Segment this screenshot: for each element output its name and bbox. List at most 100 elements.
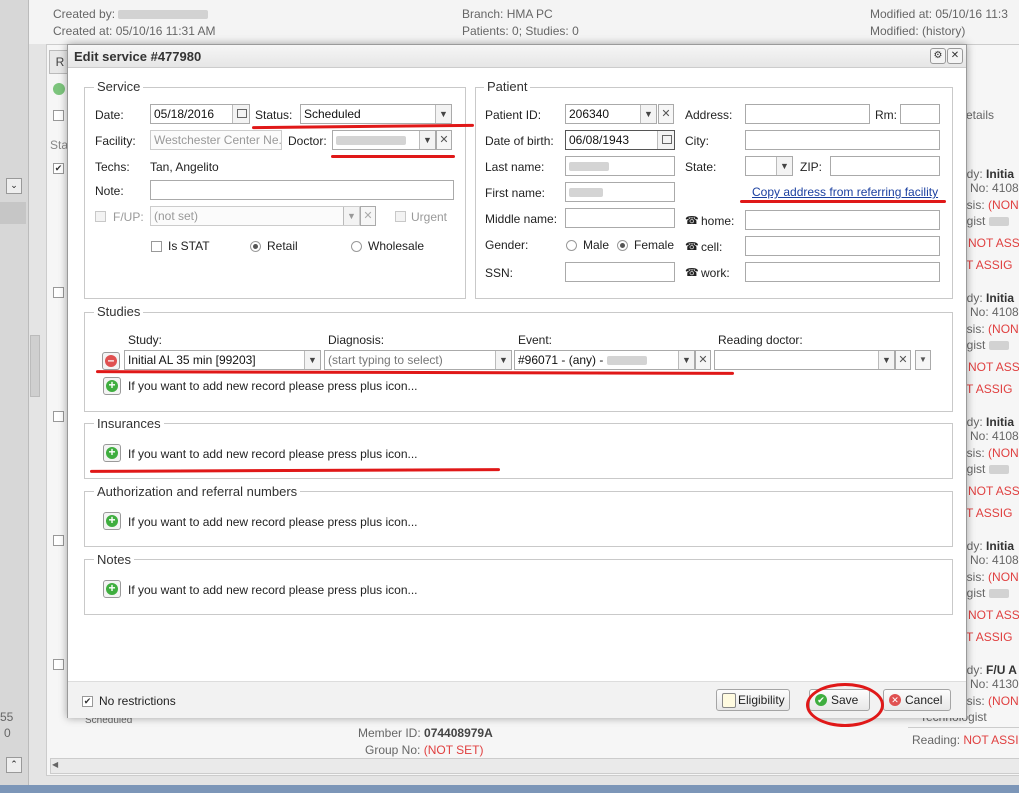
no-restrictions-checkbox[interactable] xyxy=(82,694,93,708)
status-select[interactable]: Scheduled ▼ xyxy=(300,104,452,124)
reading-doctor-select[interactable]: ▼ xyxy=(714,350,895,370)
left-sidebar xyxy=(0,0,29,793)
add-insurance-button[interactable] xyxy=(103,444,121,462)
phone-icon: ☎ xyxy=(685,241,699,253)
clear-reading-doctor-button[interactable]: ✕ xyxy=(895,350,911,370)
middle-name-input[interactable] xyxy=(565,208,675,228)
chevron-down-icon[interactable]: ▼ xyxy=(776,157,792,175)
cell-label: cell: xyxy=(701,240,723,254)
eligibility-icon xyxy=(722,693,736,708)
patient-id-select[interactable]: 206340 ▼ xyxy=(565,104,657,124)
branch-text: Branch: HMA PC xyxy=(462,7,553,21)
left-number: 0 xyxy=(4,726,11,740)
note-input[interactable] xyxy=(150,180,454,200)
add-note-button[interactable] xyxy=(103,580,121,598)
divider xyxy=(908,727,1019,728)
study-select[interactable]: Initial AL 35 min [99203] ▼ xyxy=(124,350,321,370)
calendar-icon[interactable] xyxy=(232,105,249,123)
row-menu-button[interactable]: ▼ xyxy=(915,350,931,370)
gender-label: Gender: xyxy=(485,238,529,252)
diagnosis-select[interactable]: (start typing to select) ▼ xyxy=(324,350,512,370)
is-stat-checkbox[interactable] xyxy=(151,239,162,253)
home-phone-input[interactable] xyxy=(745,210,940,230)
zip-input[interactable] xyxy=(830,156,940,176)
add-authorization-hint: If you want to add new record please pre… xyxy=(128,515,418,529)
chevron-down-icon[interactable]: ▼ xyxy=(678,351,694,369)
last-name-label: Last name: xyxy=(485,160,545,174)
fup-checkbox[interactable] xyxy=(95,209,106,223)
address-input[interactable] xyxy=(745,104,870,124)
row-checkbox[interactable] xyxy=(53,533,64,547)
techs-label: Techs: xyxy=(95,160,130,174)
created-at-text: Created at: 05/10/16 11:31 AM xyxy=(53,24,216,38)
cell-phone-input[interactable] xyxy=(745,236,940,256)
service-legend: Service xyxy=(94,79,144,94)
chevron-down-icon[interactable]: ▼ xyxy=(878,351,894,369)
cancel-button[interactable]: ✕ Cancel xyxy=(883,689,951,711)
details-tab[interactable]: etails xyxy=(966,108,994,122)
retail-radio[interactable] xyxy=(250,239,261,253)
row-checkbox[interactable] xyxy=(53,285,64,299)
doctor-select[interactable]: ▼ xyxy=(332,130,436,150)
row-checkbox[interactable] xyxy=(53,108,64,122)
doctor-label: Doctor: xyxy=(288,134,327,148)
chevron-down-icon[interactable]: ▼ xyxy=(343,207,359,225)
clear-fup-button[interactable]: ✕ xyxy=(360,206,376,226)
first-name-input[interactable] xyxy=(565,182,675,202)
dialog-title: Edit service #477980 xyxy=(74,49,202,64)
dob-label: Date of birth: xyxy=(485,134,554,148)
dialog-titlebar[interactable]: Edit service #477980 ⚙ ✕ xyxy=(68,45,966,68)
row-checkbox[interactable] xyxy=(53,161,64,175)
add-study-hint: If you want to add new record please pre… xyxy=(128,379,418,393)
clear-doctor-button[interactable]: ✕ xyxy=(436,130,452,150)
chevron-down-icon[interactable]: ▼ xyxy=(435,105,451,123)
dob-input[interactable]: 06/08/1943 xyxy=(565,130,675,150)
chevron-down-icon[interactable]: ▼ xyxy=(495,351,511,369)
state-select[interactable]: ▼ xyxy=(745,156,793,176)
female-radio[interactable] xyxy=(617,238,628,252)
rm-input[interactable] xyxy=(900,104,940,124)
modified-at-text: Modified at: 05/10/16 11:3 xyxy=(870,7,1008,21)
add-study-button[interactable] xyxy=(103,377,121,395)
collapse-down-icon[interactable]: ⌄ xyxy=(6,178,22,194)
chevron-down-icon[interactable]: ▼ xyxy=(304,351,320,369)
facility-input[interactable]: Westchester Center Ne... xyxy=(150,130,282,150)
fup-select[interactable]: (not set) ▼ xyxy=(150,206,360,226)
diagnosis-column-header: Diagnosis: xyxy=(328,333,385,347)
add-icon[interactable] xyxy=(53,83,65,95)
annotation-circle xyxy=(806,683,884,727)
event-select[interactable]: #96071 - (any) - ▼ xyxy=(514,350,695,370)
calendar-icon[interactable] xyxy=(657,131,674,149)
work-phone-input[interactable] xyxy=(745,262,940,282)
clear-event-button[interactable]: ✕ xyxy=(695,350,711,370)
is-stat-label: Is STAT xyxy=(168,239,210,253)
urgent-checkbox[interactable] xyxy=(395,209,406,223)
copy-address-link[interactable]: Copy address from referring facility xyxy=(752,185,938,199)
eligibility-button[interactable]: Eligibility xyxy=(716,689,790,711)
splitter-handle[interactable] xyxy=(30,335,40,397)
wholesale-label: Wholesale xyxy=(368,239,425,253)
no-restrictions-label: No restrictions xyxy=(99,694,176,708)
scroll-left-icon[interactable]: ◀ xyxy=(52,760,62,770)
chevron-down-icon[interactable]: ▼ xyxy=(419,131,435,149)
close-icon[interactable]: ✕ xyxy=(947,48,963,64)
date-input[interactable]: 05/18/2016 xyxy=(150,104,250,124)
ssn-input[interactable] xyxy=(565,262,675,282)
city-input[interactable] xyxy=(745,130,940,150)
collapse-up-icon[interactable]: ⌃ xyxy=(6,757,22,773)
clear-patient-button[interactable]: ✕ xyxy=(658,104,674,124)
wholesale-radio[interactable] xyxy=(351,239,362,253)
add-authorization-button[interactable] xyxy=(103,512,121,530)
row-checkbox[interactable] xyxy=(53,409,64,423)
remove-study-button[interactable] xyxy=(102,352,120,370)
left-number: 55 xyxy=(0,710,14,724)
studies-legend: Studies xyxy=(94,304,144,319)
chevron-down-icon[interactable]: ▼ xyxy=(640,105,656,123)
note-label: Note: xyxy=(95,184,124,198)
horizontal-scrollbar[interactable] xyxy=(50,758,1019,774)
settings-icon[interactable]: ⚙ xyxy=(930,48,946,64)
male-radio[interactable] xyxy=(566,238,577,252)
row-checkbox[interactable] xyxy=(53,657,64,671)
add-insurance-hint: If you want to add new record please pre… xyxy=(128,447,418,461)
last-name-input[interactable] xyxy=(565,156,675,176)
